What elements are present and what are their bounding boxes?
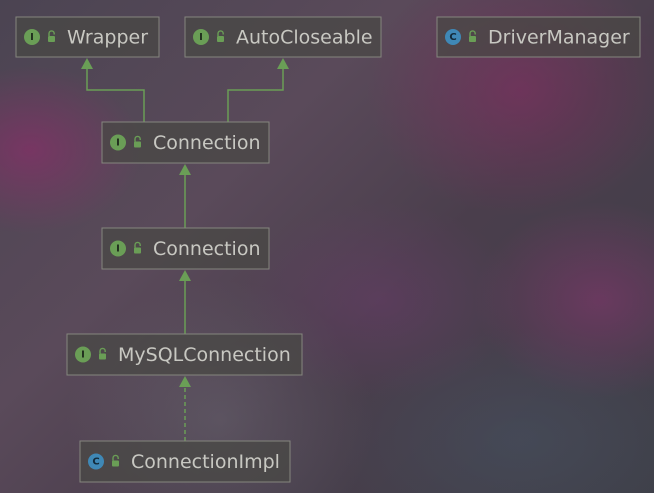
nodes-layer: I Wrapper I AutoCloseable C DriverManager I Con… <box>15 16 641 483</box>
interface-icon: I <box>75 346 91 363</box>
node-drivermanager[interactable]: C DriverManager <box>436 16 641 58</box>
class-diagram: I Wrapper I AutoCloseable C DriverManager I Con… <box>15 16 641 483</box>
node-label: ConnectionImpl <box>131 451 280 473</box>
svg-text:I: I <box>116 138 120 149</box>
interface-icon: I <box>110 240 126 257</box>
svg-text:I: I <box>116 244 120 255</box>
node-wrapper[interactable]: I Wrapper <box>15 16 160 58</box>
edge-connection-sql-to-autocloseable <box>227 58 289 122</box>
node-connection-jdbc[interactable]: I Connection <box>101 227 270 270</box>
node-label: Connection <box>153 238 261 260</box>
interface-icon: I <box>193 29 209 45</box>
edge-connectionimpl-to-mysqlconnection <box>179 376 191 441</box>
svg-text:C: C <box>449 32 456 43</box>
arrowhead <box>277 58 289 69</box>
node-connection-sql[interactable]: I Connection <box>101 121 270 164</box>
node-autocloseable[interactable]: I AutoCloseable <box>184 16 382 58</box>
node-connectionimpl[interactable]: C ConnectionImpl <box>79 440 291 483</box>
edge-connection-jdbc-to-connection-sql <box>179 164 191 228</box>
node-label: DriverManager <box>488 27 630 49</box>
svg-text:C: C <box>92 457 99 468</box>
interface-icon: I <box>24 29 40 45</box>
svg-text:I: I <box>199 32 203 43</box>
interface-icon: I <box>110 134 126 151</box>
svg-text:I: I <box>30 32 34 43</box>
arrowhead <box>81 58 93 69</box>
edge-connection-sql-to-wrapper <box>81 58 145 122</box>
edge-mysqlconnection-to-connection-jdbc <box>179 270 191 334</box>
node-label: AutoCloseable <box>236 27 373 49</box>
node-label: Connection <box>153 132 261 154</box>
class-icon: C <box>88 453 104 470</box>
node-label: Wrapper <box>67 27 148 49</box>
arrowhead <box>179 270 191 281</box>
arrowhead <box>179 376 191 387</box>
node-label: MySQLConnection <box>118 344 291 366</box>
class-icon: C <box>445 29 461 45</box>
svg-text:I: I <box>81 350 85 361</box>
arrowhead <box>179 164 191 175</box>
node-mysqlconnection[interactable]: I MySQLConnection <box>66 333 303 376</box>
